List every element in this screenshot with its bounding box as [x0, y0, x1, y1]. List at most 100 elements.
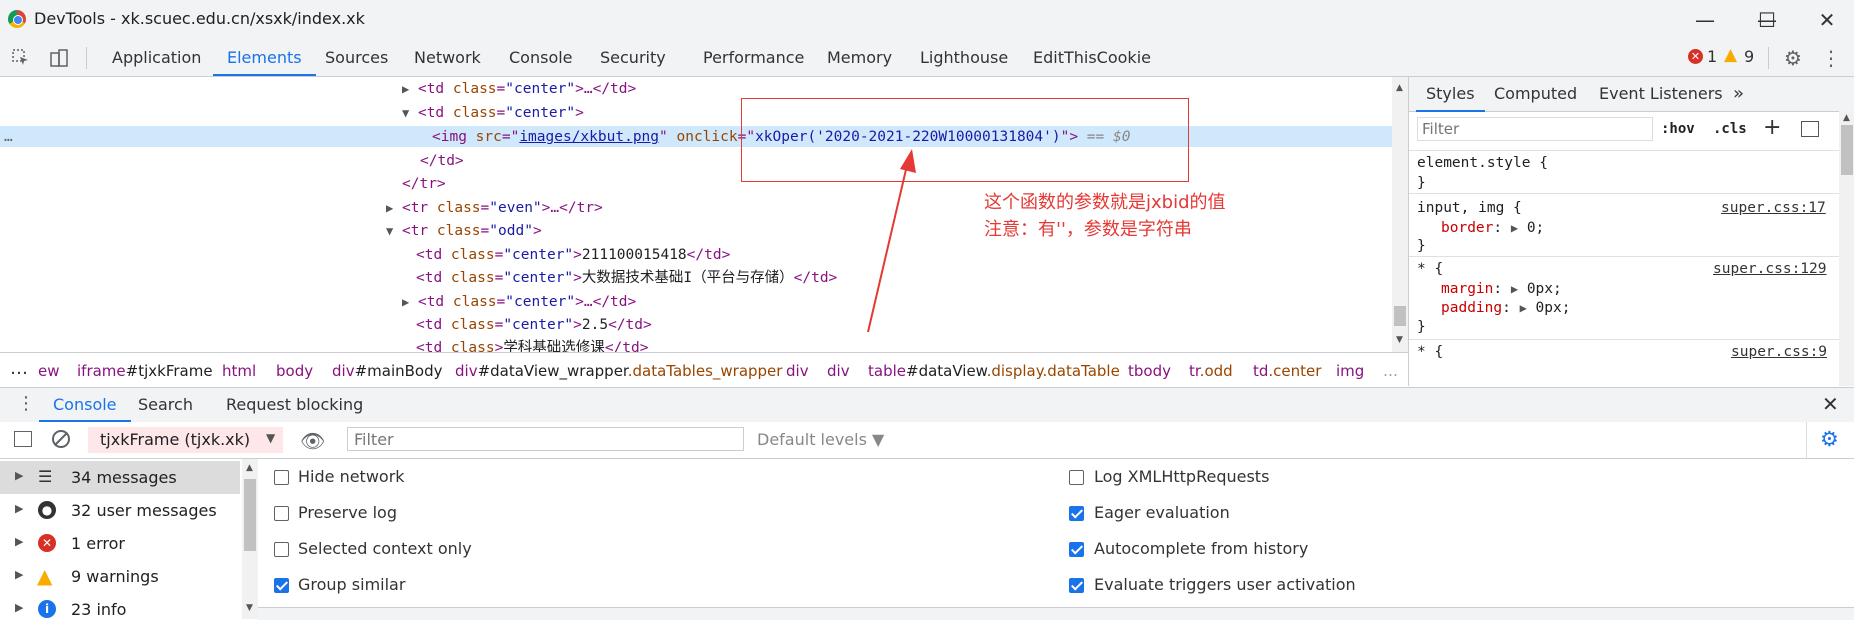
tab-event-listeners[interactable]: Event Listeners	[1599, 77, 1723, 111]
collapse-triangle-icon[interactable]: ▼	[386, 224, 393, 238]
breadcrumb-img[interactable]: img	[1336, 362, 1364, 380]
breadcrumb-html[interactable]: html	[222, 362, 256, 380]
more-options-icon[interactable]: ⋮	[1818, 45, 1844, 71]
group-similar-checkbox[interactable]	[274, 578, 289, 593]
source-link[interactable]: super.css:17	[1721, 198, 1826, 218]
hide-network-checkbox[interactable]	[274, 470, 289, 485]
tab-elements[interactable]: Elements	[213, 39, 316, 76]
drawer-tab-search[interactable]: Search	[138, 388, 193, 421]
tab-styles[interactable]: Styles	[1416, 77, 1484, 112]
tab-application[interactable]: Application	[112, 39, 201, 75]
breadcrumb-tbody[interactable]: tbody	[1128, 362, 1171, 380]
image-src-link[interactable]: images/xkbut.png	[519, 129, 659, 145]
dom-node[interactable]: ▶ <tr class="even">…</tr>	[386, 198, 603, 218]
styles-scrollbar[interactable]: ▲	[1839, 111, 1854, 386]
tab-sources[interactable]: Sources	[325, 39, 388, 75]
elements-scrollbar[interactable]: ▲ ▼	[1392, 77, 1408, 352]
show-sidebar-icon[interactable]	[14, 431, 32, 447]
selected-context-checkbox[interactable]	[274, 542, 289, 557]
inspect-element-icon[interactable]	[8, 45, 34, 71]
preserve-log-checkbox[interactable]	[274, 506, 289, 521]
breadcrumb-div[interactable]: div	[786, 362, 809, 380]
collapse-triangle-icon[interactable]: ▼	[402, 106, 409, 120]
error-icon[interactable]: ✕	[1688, 49, 1703, 64]
sidebar-item-warnings[interactable]: ▶ ▲ 9 warnings	[0, 560, 240, 593]
dom-node[interactable]: ▶ <td class="center">…</td>	[402, 292, 636, 312]
breadcrumb-div-mainbody[interactable]: div#mainBody	[332, 362, 443, 380]
dom-node[interactable]: </tr>	[402, 174, 446, 194]
warning-icon[interactable]: ▲	[1724, 45, 1737, 65]
breadcrumb-dots[interactable]: …	[10, 358, 28, 379]
clear-console-icon[interactable]	[52, 430, 70, 448]
tab-performance[interactable]: Performance	[703, 39, 804, 75]
dom-node[interactable]: ▶ <td class="center">…</td>	[402, 79, 636, 99]
window-close-button[interactable]: ✕	[1802, 0, 1852, 39]
warning-count[interactable]: 9	[1744, 47, 1754, 66]
tab-lighthouse[interactable]: Lighthouse	[920, 39, 1008, 75]
tab-console[interactable]: Console	[509, 39, 573, 75]
source-link[interactable]: super.css:9	[1731, 342, 1827, 362]
sidebar-item-messages[interactable]: ▶ ☰ 34 messages	[0, 461, 240, 494]
breadcrumb-item[interactable]: ew	[38, 362, 60, 380]
breadcrumb-tr-odd[interactable]: tr.odd	[1189, 362, 1233, 380]
tab-editthiscookie[interactable]: EditThisCookie	[1033, 39, 1151, 75]
drawer-tab-console[interactable]: Console	[39, 388, 130, 422]
sidebar-item-info[interactable]: ▶ i 23 info	[0, 593, 240, 619]
dom-node[interactable]: ▼ <tr class="odd">	[386, 221, 542, 241]
console-settings-gear-icon[interactable]: ⚙	[1820, 427, 1839, 451]
row-dots[interactable]: …	[4, 127, 13, 147]
breadcrumb-more[interactable]: …	[1383, 362, 1398, 380]
style-rule: * { super.css:9	[1417, 342, 1828, 362]
window-maximize-button[interactable]: ☐	[1742, 0, 1792, 39]
error-count[interactable]: 1	[1707, 47, 1717, 66]
drawer-menu-icon[interactable]: ⋮	[17, 393, 35, 414]
console-prompt-area[interactable]	[258, 607, 1854, 620]
breadcrumb-div-dataview-wrapper[interactable]: div#dataView_wrapper.dataTables_wrapper	[455, 362, 782, 380]
elements-scroll-thumb[interactable]	[1394, 306, 1406, 326]
expand-triangle-icon[interactable]: ▶	[402, 295, 409, 309]
styles-pane: Styles Computed Event Listeners » :hov .…	[1408, 77, 1854, 386]
dom-node[interactable]: <td class="center">大数据技术基础I（平台与存储）</td>	[416, 268, 837, 288]
live-expression-eye-icon[interactable]: 👁	[300, 429, 325, 453]
eager-evaluation-checkbox[interactable]	[1069, 506, 1084, 521]
expand-triangle-icon[interactable]: ▶	[402, 82, 409, 96]
autocomplete-history-checkbox[interactable]	[1069, 542, 1084, 557]
drawer-tab-request-blocking[interactable]: Request blocking	[226, 388, 363, 421]
expand-triangle-icon[interactable]: ▶	[386, 201, 393, 215]
toggle-sidebar-icon[interactable]	[1801, 121, 1819, 137]
console-filter-input[interactable]	[347, 427, 744, 451]
sidebar-scrollbar[interactable]: ▲ ▼	[242, 459, 258, 619]
sidebar-item-user-messages[interactable]: ▶ ● 32 user messages	[0, 494, 240, 527]
dom-node[interactable]: <td class="center">2.5</td>	[416, 315, 652, 335]
settings-gear-icon[interactable]: ⚙	[1780, 45, 1806, 71]
dom-node[interactable]: <td class="center">211100015418</td>	[416, 245, 730, 265]
tab-security[interactable]: Security	[600, 39, 666, 75]
device-toolbar-icon[interactable]	[46, 45, 72, 71]
dom-node[interactable]: ▼ <td class="center">	[402, 103, 584, 123]
dom-node[interactable]: </td>	[420, 151, 464, 171]
new-style-rule-button[interactable]: +	[1763, 115, 1781, 140]
sidebar-item-errors[interactable]: ▶ ✕ 1 error	[0, 527, 240, 560]
window-minimize-button[interactable]: —	[1680, 0, 1730, 39]
styles-filter-input[interactable]	[1417, 117, 1653, 141]
dom-node[interactable]: <td class>学科基础选修课</td>	[416, 338, 648, 352]
log-levels-dropdown[interactable]: Default levels ▼	[757, 430, 884, 449]
hov-toggle[interactable]: :hov	[1661, 121, 1695, 137]
breadcrumb-td-center[interactable]: td.center	[1253, 362, 1321, 380]
tab-computed[interactable]: Computed	[1494, 77, 1577, 111]
log-xhr-checkbox[interactable]	[1069, 470, 1084, 485]
evaluate-triggers-checkbox[interactable]	[1069, 578, 1084, 593]
source-link[interactable]: super.css:129	[1713, 259, 1827, 279]
close-drawer-icon[interactable]: ✕	[1822, 392, 1839, 416]
breadcrumb-iframe[interactable]: iframe#tjxkFrame	[77, 362, 213, 380]
more-tabs-icon[interactable]: »	[1733, 77, 1744, 111]
cls-toggle[interactable]: .cls	[1713, 121, 1747, 137]
sidebar-scroll-thumb[interactable]	[244, 479, 256, 551]
tab-network[interactable]: Network	[414, 39, 481, 75]
breadcrumb-table-dataview[interactable]: table#dataView.display.dataTable	[868, 362, 1120, 380]
styles-scroll-thumb[interactable]	[1841, 125, 1853, 175]
breadcrumb-body[interactable]: body	[276, 362, 313, 380]
tab-memory[interactable]: Memory	[827, 39, 892, 75]
breadcrumb-div[interactable]: div	[827, 362, 850, 380]
context-selector[interactable]: tjxkFrame (tjxk.xk) ▼	[88, 427, 283, 453]
